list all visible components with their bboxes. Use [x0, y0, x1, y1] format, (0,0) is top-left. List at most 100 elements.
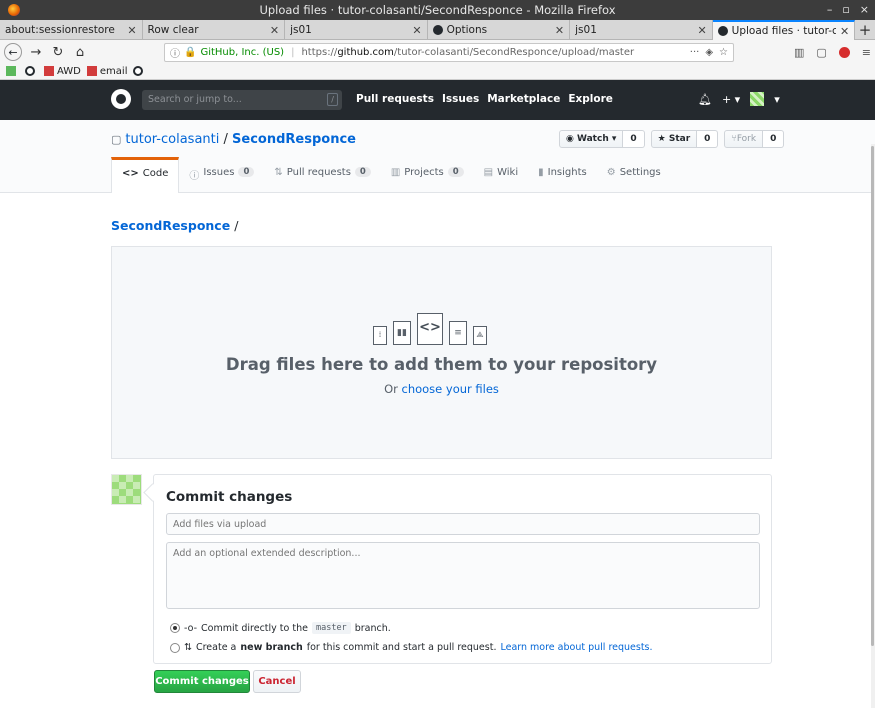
tab-sessionrestore[interactable]: about:sessionrestore ✕: [0, 20, 143, 40]
bookmark-item[interactable]: [133, 66, 146, 77]
tab-label: Row clear: [147, 24, 199, 36]
scrollbar-thumb[interactable]: [871, 146, 874, 646]
github-logo-icon[interactable]: [111, 89, 131, 109]
url-actions: ··· ◈ ☆: [690, 47, 728, 58]
bookmark-item[interactable]: [25, 66, 38, 77]
new-tab-icon[interactable]: +: [855, 20, 875, 39]
tab-label: js01: [575, 24, 597, 36]
repository-header: ▢ tutor-colasanti / SecondResponce ◉ Watc…: [0, 120, 875, 193]
gear-icon: ⚙: [606, 167, 616, 178]
commit-direct-option[interactable]: -o- Commit directly to the master branch…: [170, 622, 391, 634]
ev-certificate-label[interactable]: GitHub, Inc. (US): [200, 47, 284, 58]
bookmark-email[interactable]: email: [86, 66, 127, 77]
minimize-icon[interactable]: –: [827, 3, 833, 16]
tab-projects[interactable]: ▥ Projects 0: [381, 157, 474, 193]
close-tab-icon[interactable]: ✕: [840, 25, 849, 38]
bookmark-star-icon[interactable]: ☆: [719, 47, 728, 58]
repo-owner-link[interactable]: tutor-colasanti: [125, 132, 219, 147]
navigation-toolbar: ← → ↻ ⌂ ⓘ 🔒 GitHub, Inc. (US) | https://…: [0, 40, 875, 64]
menu-icon[interactable]: ≡: [862, 46, 871, 59]
github-bookmark-icon: [25, 66, 35, 76]
commit-new-branch-option[interactable]: ⇅ Create a new branch for this commit an…: [170, 642, 653, 653]
close-tab-icon[interactable]: ✕: [127, 24, 136, 37]
nav-issues[interactable]: Issues: [442, 93, 479, 105]
tab-settings[interactable]: ⚙ Settings: [597, 157, 671, 193]
window-titlebar: Upload files · tutor-colasanti/SecondRes…: [0, 0, 875, 20]
tab-pull-requests[interactable]: ⇅ Pull requests 0: [264, 157, 380, 193]
nav-marketplace[interactable]: Marketplace: [487, 93, 560, 105]
chevron-down-icon[interactable]: ▾: [774, 93, 780, 106]
tab-wiki[interactable]: ▤ Wiki: [474, 157, 528, 193]
back-arrow-icon[interactable]: ←: [4, 43, 22, 61]
github-favicon-icon: [717, 26, 728, 36]
sidebar-icon[interactable]: ▢: [816, 46, 826, 59]
commit-new-branch-radio[interactable]: [170, 642, 180, 653]
tab-label: Upload files · tutor-col: [731, 25, 836, 37]
tab-upload-files[interactable]: Upload files · tutor-col ✕: [712, 20, 856, 40]
project-icon: ▥: [390, 167, 401, 178]
url-bar[interactable]: ⓘ 🔒 GitHub, Inc. (US) | https://github.c…: [164, 42, 734, 62]
commit-description-textarea[interactable]: [166, 542, 760, 609]
tab-options[interactable]: Options ✕: [428, 20, 571, 40]
commit-form-title: Commit changes: [166, 489, 293, 505]
notifications-bell-icon[interactable]: 🔔︎: [698, 93, 712, 106]
info-icon[interactable]: ⓘ: [170, 45, 180, 60]
toolbar-right: ▥ ▢ ≡: [794, 46, 871, 59]
nav-pull-requests[interactable]: Pull requests: [356, 93, 434, 105]
file-drop-zone[interactable]: ⁞ ▮▮ <> ≡ ⟁ Drag files here to add them …: [111, 246, 772, 459]
bookmark-awd[interactable]: AWD: [44, 66, 81, 77]
maximize-icon[interactable]: ▫: [842, 3, 849, 16]
tab-insights[interactable]: ▮ Insights: [528, 157, 597, 193]
tab-label: js01: [290, 24, 312, 36]
tab-js01[interactable]: js01 ✕: [285, 20, 428, 40]
star-count[interactable]: 0: [697, 130, 719, 148]
committer-avatar: [111, 474, 142, 505]
watch-button[interactable]: ◉ Watch ▾: [559, 130, 624, 148]
file-type-icons: ⁞ ▮▮ <> ≡ ⟁: [373, 313, 487, 345]
choose-files-link[interactable]: choose your files: [402, 382, 499, 396]
home-icon[interactable]: ⌂: [72, 45, 88, 60]
forward-arrow-icon[interactable]: →: [28, 45, 44, 60]
learn-more-pull-requests-link[interactable]: Learn more about pull requests.: [500, 642, 652, 653]
code-file-icon: <>: [417, 313, 443, 345]
pocket-icon[interactable]: ◈: [705, 47, 713, 58]
bookmark-item[interactable]: [6, 66, 19, 77]
reload-icon[interactable]: ↻: [50, 45, 66, 60]
github-header: Search or jump to... / Pull requests Iss…: [0, 80, 875, 120]
user-avatar[interactable]: [750, 92, 765, 106]
close-window-icon[interactable]: ×: [860, 3, 869, 16]
page-actions-icon[interactable]: ···: [690, 47, 700, 58]
breadcrumb-repo-link[interactable]: SecondResponce: [111, 218, 230, 233]
url-text[interactable]: https://github.com/tutor-colasanti/Secon…: [301, 47, 685, 58]
pdf-file-icon: ⟁: [473, 326, 487, 345]
watch-count[interactable]: 0: [623, 130, 645, 148]
close-tab-icon[interactable]: ✕: [697, 24, 706, 37]
branch-name-tag: master: [311, 622, 351, 634]
adblock-icon[interactable]: [838, 46, 850, 58]
bookmark-favicon-icon: [86, 66, 97, 76]
cancel-button[interactable]: Cancel: [253, 670, 301, 693]
github-main-nav: Pull requests Issues Marketplace Explore: [356, 93, 613, 105]
library-icon[interactable]: ▥: [794, 46, 804, 59]
create-new-plus-icon[interactable]: + ▾: [722, 93, 740, 106]
commit-summary-input[interactable]: [166, 513, 760, 535]
tab-row-clear[interactable]: Row clear ✕: [143, 20, 286, 40]
search-input[interactable]: Search or jump to... /: [142, 90, 342, 110]
repo-book-icon: ▢: [111, 133, 122, 146]
commit-changes-button[interactable]: Commit changes: [154, 670, 250, 693]
tab-js01-second[interactable]: js01 ✕: [570, 20, 713, 40]
tab-issues[interactable]: ⓘ Issues 0: [179, 157, 264, 193]
eye-icon: ◉: [566, 134, 577, 144]
repo-actions: ◉ Watch ▾ 0 ★ Star 0 ⑂Fork 0: [559, 130, 785, 148]
star-button[interactable]: ★ Star: [650, 130, 698, 148]
close-tab-icon[interactable]: ✕: [555, 24, 564, 37]
commit-direct-radio[interactable]: [170, 623, 180, 633]
page-scrollbar[interactable]: [871, 144, 875, 708]
tab-code[interactable]: <> Code: [111, 157, 180, 193]
close-tab-icon[interactable]: ✕: [270, 24, 279, 37]
github-favicon-icon: [432, 25, 443, 35]
nav-explore[interactable]: Explore: [568, 93, 613, 105]
repo-nav: <> Code ⓘ Issues 0 ⇅ Pull requests 0 ▥ P…: [111, 157, 671, 193]
close-tab-icon[interactable]: ✕: [412, 24, 421, 37]
repo-name-link[interactable]: SecondResponce: [232, 132, 356, 147]
